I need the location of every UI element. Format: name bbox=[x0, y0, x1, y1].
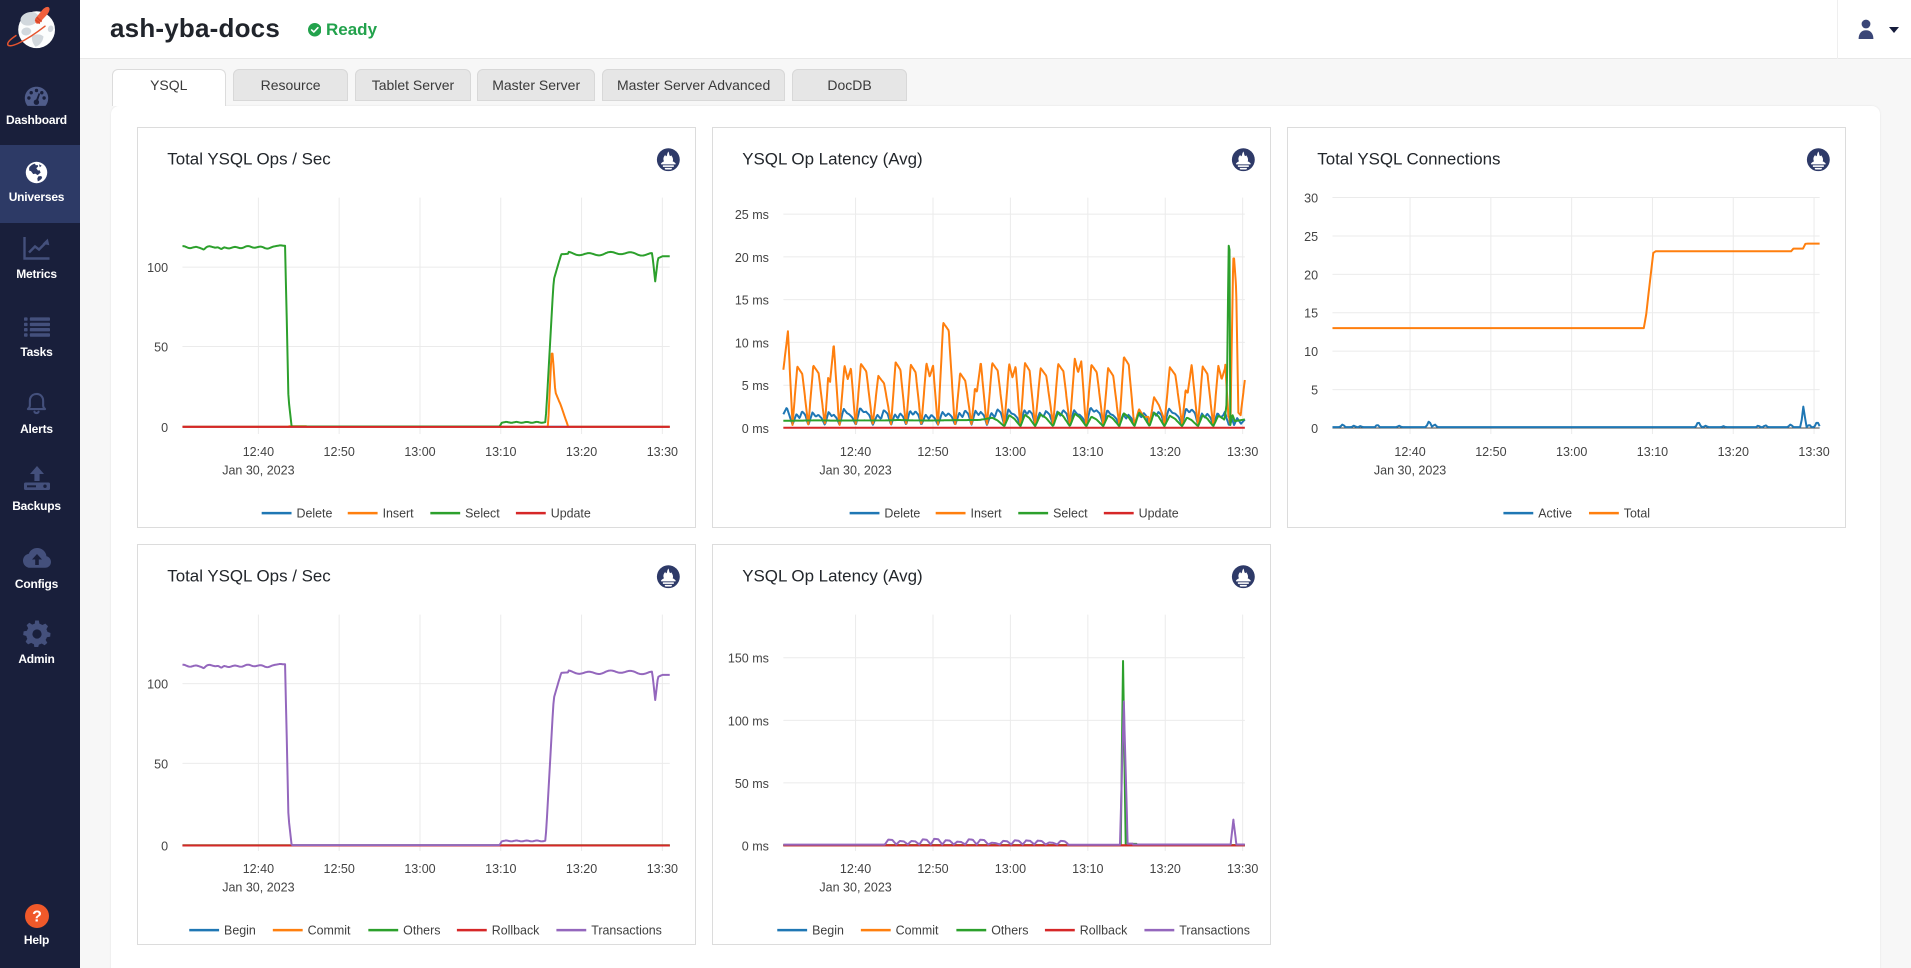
svg-text:13:20: 13:20 bbox=[566, 445, 597, 459]
svg-text:25: 25 bbox=[1304, 230, 1318, 244]
svg-text:13:30: 13:30 bbox=[646, 445, 677, 459]
svg-text:13:20: 13:20 bbox=[566, 862, 597, 876]
svg-text:13:10: 13:10 bbox=[485, 862, 516, 876]
svg-text:Select: Select bbox=[465, 507, 500, 521]
svg-text:Jan 30, 2023: Jan 30, 2023 bbox=[819, 880, 891, 894]
svg-text:10: 10 bbox=[1304, 346, 1318, 360]
svg-text:Jan 30, 2023: Jan 30, 2023 bbox=[1373, 464, 1445, 478]
svg-text:50: 50 bbox=[154, 341, 168, 355]
svg-text:13:10: 13:10 bbox=[1072, 445, 1103, 459]
svg-text:15: 15 bbox=[1304, 307, 1318, 321]
svg-text:13:20: 13:20 bbox=[1149, 445, 1180, 459]
svg-text:Delete: Delete bbox=[884, 507, 920, 521]
svg-text:30: 30 bbox=[1304, 192, 1318, 206]
svg-text:Total YSQL Ops / Sec: Total YSQL Ops / Sec bbox=[167, 150, 331, 169]
svg-text:13:10: 13:10 bbox=[1636, 445, 1667, 459]
svg-text:13:30: 13:30 bbox=[646, 862, 677, 876]
svg-text:Update: Update bbox=[1138, 507, 1178, 521]
svg-text:Rollback: Rollback bbox=[491, 923, 539, 937]
svg-text:12:50: 12:50 bbox=[917, 862, 948, 876]
svg-text:100: 100 bbox=[147, 677, 168, 691]
svg-text:Transactions: Transactions bbox=[591, 923, 662, 937]
svg-text:20: 20 bbox=[1304, 269, 1318, 283]
svg-text:Begin: Begin bbox=[224, 923, 256, 937]
svg-text:12:40: 12:40 bbox=[242, 445, 273, 459]
svg-text:Others: Others bbox=[991, 923, 1028, 937]
svg-text:YSQL Op Latency (Avg): YSQL Op Latency (Avg) bbox=[742, 150, 922, 169]
svg-text:Total YSQL Ops / Sec: Total YSQL Ops / Sec bbox=[167, 566, 331, 585]
svg-text:13:30: 13:30 bbox=[1227, 445, 1258, 459]
svg-text:13:00: 13:00 bbox=[404, 862, 435, 876]
svg-text:12:40: 12:40 bbox=[242, 862, 273, 876]
svg-text:5 ms: 5 ms bbox=[741, 380, 768, 394]
svg-text:13:00: 13:00 bbox=[1556, 445, 1587, 459]
svg-text:Jan 30, 2023: Jan 30, 2023 bbox=[222, 464, 294, 478]
svg-text:12:50: 12:50 bbox=[1475, 445, 1506, 459]
svg-text:0: 0 bbox=[161, 421, 168, 435]
svg-text:Insert: Insert bbox=[382, 507, 414, 521]
svg-text:20 ms: 20 ms bbox=[735, 251, 769, 265]
svg-text:0 ms: 0 ms bbox=[741, 422, 768, 436]
svg-text:12:40: 12:40 bbox=[840, 445, 871, 459]
svg-text:50: 50 bbox=[154, 757, 168, 771]
svg-text:0: 0 bbox=[161, 839, 168, 853]
svg-text:13:30: 13:30 bbox=[1227, 862, 1258, 876]
svg-text:Update: Update bbox=[550, 507, 590, 521]
svg-text:13:00: 13:00 bbox=[404, 445, 435, 459]
svg-text:10 ms: 10 ms bbox=[735, 337, 769, 351]
svg-text:Commit: Commit bbox=[307, 923, 350, 937]
svg-text:Rollback: Rollback bbox=[1079, 923, 1127, 937]
svg-text:Jan 30, 2023: Jan 30, 2023 bbox=[819, 464, 891, 478]
svg-text:12:50: 12:50 bbox=[323, 862, 354, 876]
svg-text:Total: Total bbox=[1623, 507, 1649, 521]
svg-text:Begin: Begin bbox=[812, 923, 844, 937]
svg-text:100: 100 bbox=[147, 261, 168, 275]
svg-text:13:00: 13:00 bbox=[994, 445, 1025, 459]
svg-text:12:40: 12:40 bbox=[840, 862, 871, 876]
svg-text:Active: Active bbox=[1538, 507, 1572, 521]
svg-text:50 ms: 50 ms bbox=[735, 777, 769, 791]
svg-text:Transactions: Transactions bbox=[1179, 923, 1250, 937]
svg-text:5: 5 bbox=[1311, 384, 1318, 398]
svg-text:0: 0 bbox=[1311, 422, 1318, 436]
svg-text:12:50: 12:50 bbox=[323, 445, 354, 459]
svg-text:?: ? bbox=[32, 909, 42, 926]
svg-text:13:10: 13:10 bbox=[485, 445, 516, 459]
svg-text:0 ms: 0 ms bbox=[741, 839, 768, 853]
svg-text:25 ms: 25 ms bbox=[735, 208, 769, 222]
svg-text:Total YSQL Connections: Total YSQL Connections bbox=[1317, 150, 1500, 169]
svg-text:12:50: 12:50 bbox=[917, 445, 948, 459]
svg-text:Delete: Delete bbox=[296, 507, 332, 521]
svg-text:Select: Select bbox=[1053, 507, 1088, 521]
svg-text:100 ms: 100 ms bbox=[728, 714, 769, 728]
svg-text:13:00: 13:00 bbox=[994, 862, 1025, 876]
svg-text:Jan 30, 2023: Jan 30, 2023 bbox=[222, 880, 294, 894]
svg-text:Others: Others bbox=[403, 923, 440, 937]
svg-text:13:20: 13:20 bbox=[1717, 445, 1748, 459]
svg-text:15 ms: 15 ms bbox=[735, 294, 769, 308]
svg-text:12:40: 12:40 bbox=[1394, 445, 1425, 459]
svg-text:13:10: 13:10 bbox=[1072, 862, 1103, 876]
svg-text:13:20: 13:20 bbox=[1149, 862, 1180, 876]
svg-text:150 ms: 150 ms bbox=[728, 652, 769, 666]
svg-text:13:30: 13:30 bbox=[1798, 445, 1829, 459]
svg-text:Insert: Insert bbox=[970, 507, 1002, 521]
svg-text:YSQL Op Latency (Avg): YSQL Op Latency (Avg) bbox=[742, 566, 922, 585]
svg-text:Commit: Commit bbox=[895, 923, 938, 937]
